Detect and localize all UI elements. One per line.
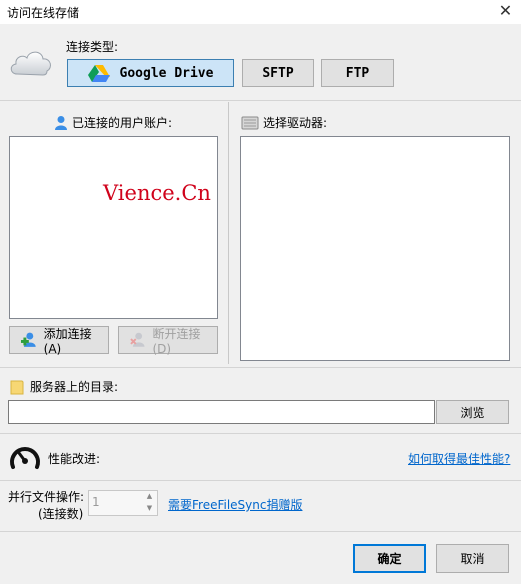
ftp-button[interactable]: FTP — [321, 59, 394, 87]
directory-input[interactable] — [8, 400, 435, 424]
remove-user-icon — [130, 332, 145, 347]
add-user-icon — [20, 332, 36, 347]
spinner-up-icon[interactable]: ▲ — [143, 491, 156, 502]
cloud-icon — [10, 51, 51, 76]
add-connection-label: 添加连接(A) — [43, 326, 92, 356]
sftp-label: SFTP — [262, 65, 294, 81]
donation-edition-link[interactable]: 需要FreeFileSync捐赠版 — [168, 496, 302, 513]
connections-sublabel: (连接数) — [38, 507, 84, 521]
drives-list[interactable] — [240, 136, 510, 361]
add-connection-button[interactable]: 添加连接(A) — [9, 326, 109, 356]
directory-header: 服务器上的目录: — [10, 378, 118, 395]
disconnect-button[interactable]: 断开连接(D) — [118, 326, 218, 356]
performance-help-link[interactable]: 如何取得最佳性能? — [408, 450, 510, 467]
google-drive-icon — [87, 65, 110, 82]
google-drive-label: Google Drive — [119, 65, 214, 81]
window-title: 访问在线存储 — [7, 6, 80, 20]
performance-label: 性能改进: — [48, 452, 101, 466]
google-drive-button[interactable]: Google Drive — [67, 59, 234, 87]
user-icon — [55, 115, 67, 130]
accounts-label: 已连接的用户账户: — [72, 116, 173, 130]
gauge-icon — [10, 447, 40, 469]
watermark-text: Vience.Cn — [103, 181, 211, 205]
folder-icon — [10, 380, 24, 394]
accounts-list[interactable] — [9, 136, 218, 319]
directory-label: 服务器上的目录: — [30, 380, 119, 394]
parallel-ops-value: 1 — [92, 495, 100, 509]
ok-button[interactable]: 确定 — [353, 544, 426, 573]
separator — [0, 367, 521, 368]
close-button[interactable]: ✕ — [490, 0, 521, 24]
sftp-button[interactable]: SFTP — [242, 59, 314, 87]
browse-button[interactable]: 浏览 — [436, 400, 509, 424]
drives-header: 选择驱动器: — [241, 114, 327, 131]
connection-type-label: 连接类型: — [66, 40, 119, 54]
spinner-down-icon[interactable]: ▼ — [143, 503, 156, 514]
accounts-header: 已连接的用户账户: — [54, 114, 172, 131]
cancel-button[interactable]: 取消 — [436, 544, 509, 573]
parallel-ops-label: 并行文件操作: — [8, 490, 85, 504]
separator — [0, 480, 521, 481]
drives-label: 选择驱动器: — [263, 116, 328, 130]
disconnect-label: 断开连接(D) — [152, 326, 201, 356]
ftp-label: FTP — [345, 65, 370, 81]
drive-icon — [241, 116, 259, 129]
panel-divider — [228, 102, 229, 364]
